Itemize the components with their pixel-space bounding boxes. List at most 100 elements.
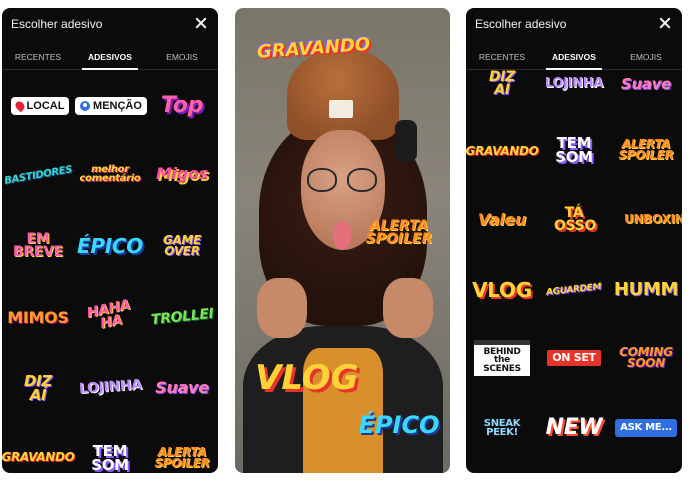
tab-emojis[interactable]: EMOJIS [146, 39, 218, 69]
sticker-picker-left: Escolher adesivo RECENTES ADESIVOS EMOJI… [2, 8, 218, 473]
sticker-new[interactable]: NEW [538, 403, 610, 453]
sticker-label: NEW [545, 414, 603, 440]
sticker-label: HUMM [613, 279, 679, 301]
sticker-label: MENÇÃO [93, 100, 142, 112]
sticker-label: EM BREVE [13, 230, 63, 260]
sticker-valeu[interactable]: Valeu [466, 195, 538, 245]
sticker-label: DIZ AÍ [23, 371, 52, 404]
close-icon[interactable] [658, 16, 672, 30]
sticker-diz-ai[interactable]: DIZ AÍ [2, 363, 74, 413]
sticker-label: HAHA HA [85, 296, 132, 332]
sticker-label: UNBOXING [624, 212, 682, 227]
tab-adesivos[interactable]: ADESIVOS [74, 39, 146, 70]
sticker-lojinha[interactable]: LOJINHA [538, 59, 610, 109]
hand-left [257, 278, 307, 338]
sticker-top[interactable]: Top [146, 81, 218, 131]
sticker-label: TEM SOM [91, 441, 129, 473]
sticker-label: ALERTA SPOILER [154, 444, 210, 470]
sticker-label: Suave [155, 378, 209, 398]
sticker-migos[interactable]: Migos [146, 149, 218, 199]
sticker-label: TROLLEI [149, 306, 214, 329]
sticker-coming-soon[interactable]: COMING SOON [610, 333, 682, 383]
sticker-label: COMING SOON [619, 344, 673, 370]
sticker-unboxing[interactable]: UNBOXING [610, 195, 682, 245]
sticker-behind-the-scenes[interactable]: BEHIND the SCENES [466, 333, 538, 383]
glasses-right [347, 168, 377, 192]
beanie-hat [287, 48, 399, 140]
sticker-mencao[interactable]: MENÇÃO [74, 81, 148, 131]
sticker-label: GRAVANDO [466, 144, 539, 159]
sticker-melhor-comentario[interactable]: melhor comentário [74, 149, 146, 199]
sticker-label: ÉPICO [77, 233, 143, 258]
sticker-label: SNEAK PEEK! [483, 417, 521, 438]
sticker-game-over[interactable]: GAME OVER [146, 221, 218, 271]
sticker-label: MIMOS [7, 308, 69, 328]
sticker-sneak-peek[interactable]: SNEAK PEEK! [466, 403, 538, 453]
sticker-lojinha[interactable]: LOJINHA [74, 363, 146, 413]
sticker-label: Suave [620, 74, 672, 93]
sticker-em-breve[interactable]: EM BREVE [2, 221, 74, 271]
sticker-vlog[interactable]: VLOG [466, 265, 538, 315]
picker-tabs: RECENTES ADESIVOS EMOJIS [2, 39, 218, 70]
overlay-epico[interactable]: ÉPICO [355, 413, 443, 437]
sticker-bastidores[interactable]: BASTIDORES [2, 151, 74, 201]
sticker-tem-som[interactable]: TEM SOM [74, 433, 146, 473]
sticker-gravando[interactable]: GRAVANDO [466, 127, 539, 177]
sticker-suave[interactable]: Suave [610, 59, 682, 109]
sticker-label: melhor comentário [79, 163, 141, 184]
picker-title: Escolher adesivo [11, 16, 103, 31]
sticker-label: Valeu [477, 210, 527, 230]
picker-header: Escolher adesivo [466, 8, 682, 39]
location-pin-icon [13, 99, 26, 113]
sticker-label: ASK ME... [615, 419, 677, 437]
sticker-local[interactable]: LOCAL [4, 81, 76, 131]
mention-icon [80, 101, 91, 111]
tab-recentes[interactable]: RECENTES [2, 39, 74, 69]
overlay-vlog[interactable]: VLOG [255, 361, 359, 395]
sticker-label: BEHIND the SCENES [474, 339, 530, 377]
overlay-alerta-spoiler[interactable]: ALERTA SPOILER [361, 219, 437, 247]
sticker-label: ON SET [547, 349, 601, 367]
sticker-label: BASTIDORES [3, 164, 73, 188]
sticker-label: DIZ AÍ [488, 68, 516, 98]
tongue-shape [333, 222, 351, 250]
sticker-trollei[interactable]: TROLLEI [146, 293, 218, 343]
sticker-suave[interactable]: Suave [146, 363, 218, 413]
sticker-on-set[interactable]: ON SET [538, 333, 610, 383]
story-preview: GRAVANDO ALERTA SPOILER VLOG ÉPICO [235, 8, 450, 473]
sticker-label: Top [160, 92, 204, 118]
sticker-aguardem[interactable]: AGUARDEM [538, 265, 610, 315]
sticker-label: LOJINHA [78, 377, 142, 398]
sticker-label: Migos [156, 164, 208, 184]
picker-title: Escolher adesivo [475, 16, 567, 31]
sticker-grid: LOCAL MENÇÃO Top BASTIDORES melhor comen… [2, 71, 218, 473]
sticker-ta-osso[interactable]: TÁ OSSO [538, 195, 610, 245]
location-sticker: LOCAL [10, 97, 70, 115]
hand-right [383, 278, 433, 338]
sticker-label: TEM SOM [555, 133, 593, 166]
sticker-gravando[interactable]: GRAVANDO [2, 433, 75, 473]
sticker-label: VLOG [472, 277, 532, 302]
sticker-picker-showcase: Escolher adesivo RECENTES ADESIVOS EMOJI… [0, 0, 690, 481]
sticker-grid: DIZ AÍ LOJINHA Suave GRAVANDO TEM SOM AL… [466, 70, 682, 473]
sticker-mimos[interactable]: MIMOS [2, 293, 74, 343]
headphones-icon [395, 120, 417, 162]
sticker-label: TÁ OSSO [554, 204, 597, 234]
sticker-humm[interactable]: HUMM [610, 265, 682, 315]
sticker-label: LOCAL [26, 100, 65, 112]
glasses-left [307, 168, 337, 192]
sticker-label: AGUARDEM [545, 281, 602, 298]
beanie-label [329, 100, 353, 118]
sticker-tem-som[interactable]: TEM SOM [538, 125, 610, 175]
sticker-alerta-spoiler[interactable]: ALERTA SPOILER [610, 125, 682, 175]
sticker-ask-me[interactable]: ASK ME... [610, 403, 682, 453]
sticker-alerta-spoiler[interactable]: ALERTA SPOILER [146, 433, 218, 473]
sticker-diz-ai[interactable]: DIZ AÍ [466, 59, 538, 109]
close-icon[interactable] [194, 16, 208, 30]
sticker-label: LOJINHA [544, 75, 604, 91]
picker-header: Escolher adesivo [2, 8, 218, 39]
sticker-label: ALERTA SPOILER [618, 136, 674, 162]
sticker-epico[interactable]: ÉPICO [74, 221, 146, 271]
sticker-label: GRAVANDO [2, 450, 75, 465]
sticker-hahaha[interactable]: HAHA HA [74, 291, 146, 341]
